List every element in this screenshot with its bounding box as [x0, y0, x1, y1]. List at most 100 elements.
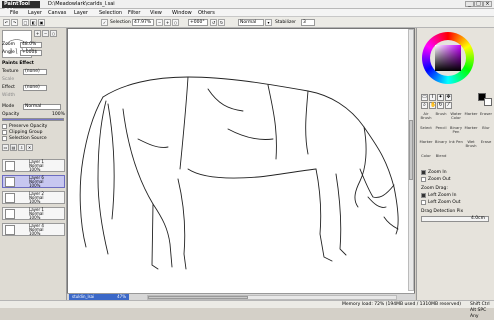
tool-eraser[interactable]: Eraser: [479, 112, 493, 123]
stabilizer-label: Stabilizer: [275, 20, 296, 25]
eyedropper-icon[interactable]: ⁄: [445, 102, 452, 109]
left-zoom-in-label: Left Zoom In: [428, 193, 457, 198]
tool-blur[interactable]: Blur: [479, 126, 493, 137]
horizontal-scroll-thumb[interactable]: [148, 296, 248, 299]
tool-wet-brush[interactable]: Wet Brush: [464, 140, 478, 151]
vertical-scroll-thumb[interactable]: [409, 120, 413, 180]
menu-edit[interactable]: Layer: [28, 10, 42, 16]
move-icon[interactable]: ✥: [445, 94, 452, 101]
canvas-tab-bar: stuldin_lsai 47%: [67, 293, 415, 300]
hand-tool-icon[interactable]: ✋: [429, 102, 436, 109]
zoom-out-label: Zoom Out: [428, 177, 451, 182]
lasso-icon[interactable]: ⌇: [429, 94, 436, 101]
tool-erase[interactable]: Erase: [479, 140, 493, 151]
blend-mode-select[interactable]: Normal: [238, 19, 264, 26]
new-layer-icon[interactable]: ▭: [2, 144, 9, 151]
tool-watercolor[interactable]: Water Color: [449, 112, 463, 123]
selection-source-checkbox[interactable]: [2, 136, 7, 141]
rotate-right-icon[interactable]: ↻: [218, 19, 225, 26]
drawing-canvas[interactable]: [67, 28, 415, 300]
drag-detection-field[interactable]: 4.0cm: [421, 216, 489, 222]
tool-marker[interactable]: Marker: [464, 112, 478, 123]
preserve-opacity-checkbox[interactable]: [2, 124, 7, 129]
nav-reset-icon[interactable]: ○: [50, 30, 57, 37]
secondary-color-swatch[interactable]: [484, 98, 492, 106]
tool-ink-pen[interactable]: Ink Pen: [449, 140, 463, 151]
layer-thumbnail: [5, 177, 15, 187]
maximize-button[interactable]: □: [474, 1, 483, 7]
texture-select[interactable]: (none): [23, 69, 47, 75]
layer-row[interactable]: Layer 4 Normal 100%: [2, 223, 65, 236]
menu-selection[interactable]: Selection: [99, 10, 122, 16]
menu-layer[interactable]: Layer: [74, 10, 88, 16]
tool-color[interactable]: Color: [419, 154, 433, 165]
menu-others[interactable]: Others: [198, 10, 215, 16]
menu-canvas[interactable]: Canvas: [48, 10, 66, 16]
tool-blend[interactable]: Blend: [434, 154, 448, 165]
menu-window[interactable]: Window: [172, 10, 192, 16]
layer-row[interactable]: Layer 1 Normal 100%: [2, 207, 65, 220]
left-zoom-in-radio[interactable]: [421, 193, 426, 198]
layer-row[interactable]: Layer 1 Normal 100%: [2, 159, 65, 172]
zoom-tool-icon[interactable]: ⌕: [421, 102, 428, 109]
rotate-tool-icon[interactable]: ↻: [437, 102, 444, 109]
tool-binary[interactable]: Binary: [434, 140, 448, 151]
vertical-scrollbar[interactable]: [408, 29, 414, 291]
selection-visible-icon[interactable]: ▣: [38, 19, 45, 26]
left-panel: + − ○ Zoom 48.0% Angle +000$ Paints Effe…: [0, 28, 67, 300]
nav-zoom-in-icon[interactable]: +: [34, 30, 41, 37]
zoom-out-icon[interactable]: −: [156, 19, 163, 26]
zoom-in-icon[interactable]: +: [164, 19, 171, 26]
undo-icon[interactable]: ↶: [3, 19, 10, 26]
nav-zoom-out-icon[interactable]: −: [42, 30, 49, 37]
redo-icon[interactable]: ↷: [11, 19, 18, 26]
layer-row[interactable]: Layer 2 Normal 100%: [2, 191, 65, 204]
layer-mode-select[interactable]: Normal: [23, 104, 61, 110]
memory-status: Memory load: 72% (194MB used / 1310MB re…: [342, 302, 462, 307]
saturation-square[interactable]: [435, 45, 461, 71]
color-wheel[interactable]: [422, 32, 474, 84]
select-rect-icon[interactable]: ▭: [421, 94, 428, 101]
layer-row-selected[interactable]: Layer 6 Normal 100%: [2, 175, 65, 188]
tool-marker-2[interactable]: Marker: [464, 126, 478, 137]
magic-wand-icon[interactable]: ✦: [437, 94, 444, 101]
menu-file[interactable]: File: [10, 10, 18, 16]
drag-detection-value: 4.0cm: [470, 216, 485, 221]
menu-filter[interactable]: Filter: [128, 10, 140, 16]
new-folder-icon[interactable]: ▤: [10, 144, 17, 151]
menu-bar: File Layer Canvas Layer Selection Filter…: [0, 9, 494, 17]
layer-thumbnail: [5, 161, 15, 171]
scale-label: Scale: [2, 77, 15, 82]
invert-selection-icon[interactable]: ◧: [30, 19, 37, 26]
close-button[interactable]: ×: [483, 1, 492, 7]
opacity-slider[interactable]: [2, 118, 64, 121]
rotate-left-icon[interactable]: ↺: [210, 19, 217, 26]
clipping-group-checkbox[interactable]: [2, 130, 7, 135]
delete-layer-icon[interactable]: ✕: [26, 144, 33, 151]
zoom-reset-icon[interactable]: ○: [172, 19, 179, 26]
zoom-box[interactable]: 47.97%: [132, 19, 154, 26]
zoom-in-radio[interactable]: [421, 170, 426, 175]
tool-airbrush[interactable]: Air Brush: [419, 112, 433, 123]
zoom-value[interactable]: 48.0%: [20, 42, 42, 48]
selection-checkbox[interactable]: ✓: [101, 19, 108, 26]
zoom-out-radio[interactable]: [421, 177, 426, 182]
tool-brush[interactable]: Brush: [434, 112, 448, 123]
tool-pencil[interactable]: Pencil: [434, 126, 448, 137]
app-logo: PaintTool SAI: [2, 1, 40, 14]
rotate-box[interactable]: +000°: [188, 19, 208, 26]
tool-marker-3[interactable]: Marker: [419, 140, 433, 151]
left-zoom-out-radio[interactable]: [421, 200, 426, 205]
deselect-icon[interactable]: □: [22, 19, 29, 26]
tool-binary-pen[interactable]: Binary Pen: [449, 126, 463, 137]
merge-layer-icon[interactable]: ⇩: [18, 144, 25, 151]
paints-effect-header[interactable]: Paints Effect: [2, 61, 34, 66]
left-zoom-out-label: Left Zoom Out: [428, 200, 461, 205]
angle-value[interactable]: +000$: [20, 50, 42, 56]
effect-select[interactable]: (none): [23, 85, 47, 91]
stabilizer-select[interactable]: 3: [301, 19, 315, 26]
mode-dropdown-icon[interactable]: ▾: [265, 19, 272, 26]
menu-view[interactable]: View: [150, 10, 162, 16]
minimize-button[interactable]: _: [465, 1, 474, 7]
tool-select[interactable]: Select: [419, 126, 433, 137]
